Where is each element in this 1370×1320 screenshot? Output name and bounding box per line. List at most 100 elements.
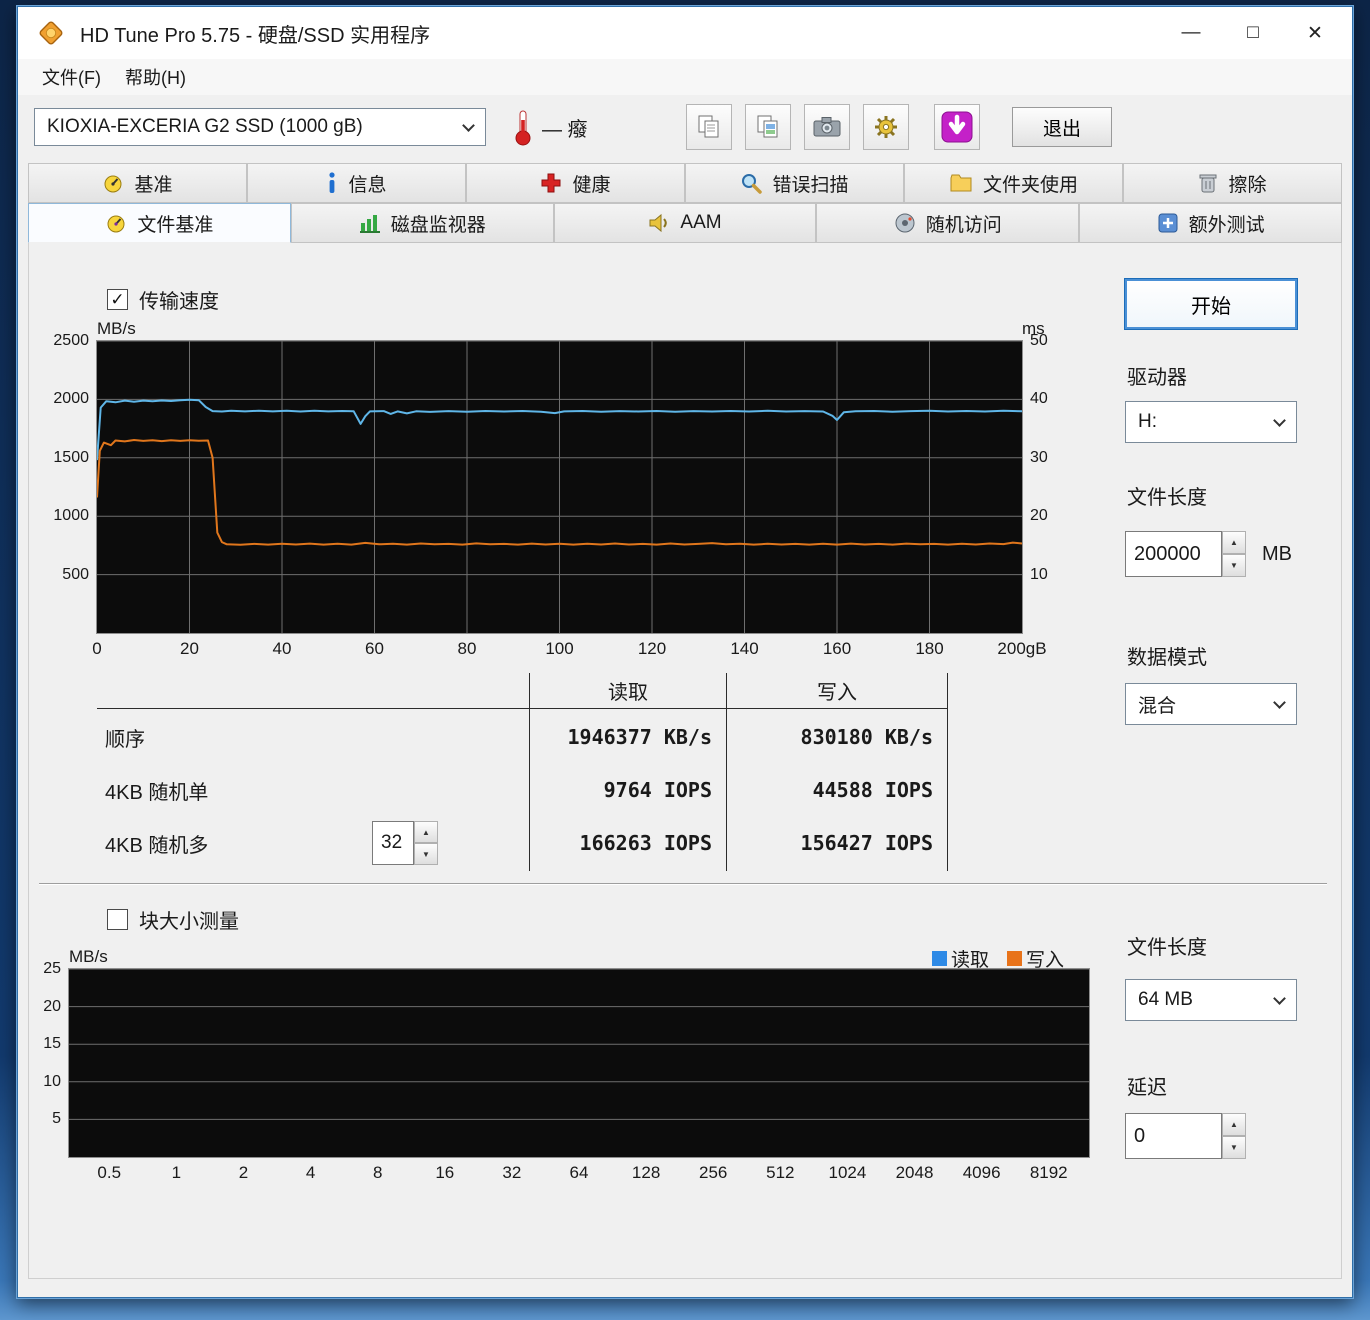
row-label-4kb-single: 4KB 随机单 xyxy=(105,781,209,804)
maximize-button[interactable]: □ xyxy=(1222,11,1284,55)
copy-image-button[interactable] xyxy=(745,104,791,150)
tab-aam[interactable]: AAM xyxy=(553,203,817,243)
x-axis-ticks: 0.5 1 2 4 8 16 32 64 128 256 512 1024 2048 4096 8192 xyxy=(97,1163,1068,1182)
file-length-label: 文件长度 xyxy=(1127,487,1207,509)
file-length-input[interactable]: 200000 ▲ ▼ xyxy=(1125,531,1246,577)
window-controls: — □ ✕ xyxy=(1160,11,1346,55)
tab-row-2: 文件基准 磁盘监视器 AAM 随机访问 额外测试 xyxy=(28,203,1342,243)
bar-chart-icon xyxy=(359,213,381,233)
tab-folder-usage[interactable]: 文件夹使用 xyxy=(904,163,1123,203)
file-length-unit: MB xyxy=(1262,542,1292,565)
tab-benchmark[interactable]: 基准 xyxy=(28,163,247,203)
speaker-icon xyxy=(648,213,670,233)
block-file-length-label: 文件长度 xyxy=(1127,937,1207,959)
block-size-checkbox[interactable] xyxy=(107,909,128,930)
random-single-write-value: 44588 IOPS xyxy=(726,765,948,815)
spinner-up-icon[interactable]: ▲ xyxy=(414,821,438,843)
tab-label: 错误扫描 xyxy=(772,174,849,196)
y-axis-ticks-right: 50 40 30 20 10 xyxy=(1030,332,1048,583)
sequential-write-value: 830180 KB/s xyxy=(726,709,948,765)
disk-platter-icon xyxy=(894,212,916,234)
tab-label: 信息 xyxy=(348,174,387,196)
chevron-down-icon xyxy=(1273,991,1286,1005)
app-icon xyxy=(36,18,66,48)
queue-depth-spinner[interactable]: 32 ▲ ▼ xyxy=(372,821,438,865)
write-column-header: 写入 xyxy=(726,673,948,709)
delay-row: 0 ▲ ▼ xyxy=(1125,1113,1246,1159)
options-button[interactable] xyxy=(863,104,909,150)
save-results-button[interactable] xyxy=(934,104,980,150)
tab-label: 擦除 xyxy=(1228,174,1267,196)
y-axis-unit-left: MB/s xyxy=(69,947,108,966)
chevron-down-icon xyxy=(1273,695,1286,709)
folder-icon xyxy=(949,173,973,193)
gauge-icon xyxy=(105,212,127,234)
block-size-checkbox-row: 块大小测量 xyxy=(107,905,239,934)
download-arrow-icon xyxy=(941,111,973,143)
spinner-down-icon[interactable]: ▼ xyxy=(414,843,438,865)
tab-label: 额外测试 xyxy=(1188,214,1265,236)
tab-label: 文件基准 xyxy=(137,214,214,236)
block-file-length-combobox[interactable]: 64 MB xyxy=(1125,979,1297,1021)
transfer-speed-chart: MB/s ms 2500 2000 1500 1000 500 50 40 30 20 10 0… xyxy=(43,315,1068,665)
tab-file-benchmark[interactable]: 文件基准 xyxy=(28,203,291,243)
random-multi-write-value: 156427 IOPS xyxy=(726,815,948,871)
tab-error-scan[interactable]: 错误扫描 xyxy=(685,163,904,203)
titlebar: HD Tune Pro 5.75 - 硬盘/SSD 实用程序 — □ ✕ xyxy=(18,7,1352,59)
transfer-speed-checkbox[interactable]: ✓ xyxy=(107,289,128,310)
drive-combobox-value: KIOXIA-EXCERIA G2 SSD (1000 gB) xyxy=(47,116,363,137)
menu-help[interactable]: 帮助(H) xyxy=(113,59,198,95)
spinner-down-icon[interactable]: ▼ xyxy=(1222,554,1246,577)
screenshot-button[interactable] xyxy=(804,104,850,150)
drive-letter-combobox[interactable]: H: xyxy=(1125,401,1297,443)
tab-info[interactable]: 信息 xyxy=(247,163,466,203)
chart-plot-area xyxy=(96,340,1023,634)
file-length-value: 200000 xyxy=(1125,531,1222,577)
spinner-up-icon[interactable]: ▲ xyxy=(1222,1113,1246,1136)
tab-row-1: 基准 信息 健康 错误扫描 文件夹使用 擦除 xyxy=(28,163,1342,203)
tab-erase[interactable]: 擦除 xyxy=(1123,163,1342,203)
row-label-sequential: 顺序 xyxy=(105,728,145,751)
drive-combobox[interactable]: KIOXIA-EXCERIA G2 SSD (1000 gB) xyxy=(34,108,486,146)
copy-icon xyxy=(698,115,719,138)
chevron-down-icon xyxy=(1273,413,1286,427)
magnifier-icon xyxy=(740,172,763,194)
trash-icon xyxy=(1198,172,1218,194)
extra-tests-icon xyxy=(1157,212,1179,234)
minimize-button[interactable]: — xyxy=(1160,11,1222,55)
copy-text-button[interactable] xyxy=(686,104,732,150)
file-benchmark-panel: ✓ 传输速度 MB/s ms 2500 2000 1500 1000 500 50 40 3… xyxy=(28,243,1342,1279)
gauge-icon xyxy=(102,172,124,194)
toolbar: KIOXIA-EXCERIA G2 SSD (1000 gB) — 癈 退出 xyxy=(18,95,1352,159)
random-multi-read-value: 166263 IOPS xyxy=(529,815,726,871)
tab-random-access[interactable]: 随机访问 xyxy=(816,203,1080,243)
queue-depth-value: 32 xyxy=(372,821,414,865)
data-mode-combobox[interactable]: 混合 xyxy=(1125,683,1297,725)
start-button[interactable]: 开始 xyxy=(1125,279,1297,329)
random-single-read-value: 9764 IOPS xyxy=(529,765,726,815)
health-cross-icon xyxy=(540,172,562,194)
tab-extra-tests[interactable]: 额外测试 xyxy=(1079,203,1342,243)
tab-disk-monitor[interactable]: 磁盘监视器 xyxy=(290,203,554,243)
spinner-down-icon[interactable]: ▼ xyxy=(1222,1136,1246,1159)
exit-button[interactable]: 退出 xyxy=(1012,107,1112,147)
tab-label: 文件夹使用 xyxy=(982,174,1078,196)
delay-label: 延迟 xyxy=(1127,1077,1167,1099)
thermometer-icon xyxy=(514,108,532,146)
drive-letter-value: H: xyxy=(1138,411,1157,432)
transfer-speed-label: 传输速度 xyxy=(139,291,219,313)
tabstrip: 基准 信息 健康 错误扫描 文件夹使用 擦除 文件基准 磁盘监视器 AAM 随机… xyxy=(18,159,1352,243)
x-axis-ticks: 0 20 40 60 80 100 120 140 160 180 200gB xyxy=(92,639,1047,658)
tab-health[interactable]: 健康 xyxy=(466,163,685,203)
copy-image-icon xyxy=(757,115,778,138)
spinner-up-icon[interactable]: ▲ xyxy=(1222,531,1246,554)
menubar: 文件(F) 帮助(H) xyxy=(18,59,1352,95)
close-button[interactable]: ✕ xyxy=(1284,11,1346,55)
y-axis-unit-left: MB/s xyxy=(97,319,136,338)
data-mode-value: 混合 xyxy=(1138,695,1177,717)
toolbar-buttons xyxy=(686,104,980,150)
drive-label: 驱动器 xyxy=(1127,367,1187,389)
delay-input[interactable]: 0 ▲ ▼ xyxy=(1125,1113,1246,1159)
block-size-chart: MB/s 25 20 15 10 5 0.5 1 2 4 8 16 32 64 128 256 512 102… xyxy=(29,943,1097,1189)
menu-file[interactable]: 文件(F) xyxy=(30,59,113,95)
